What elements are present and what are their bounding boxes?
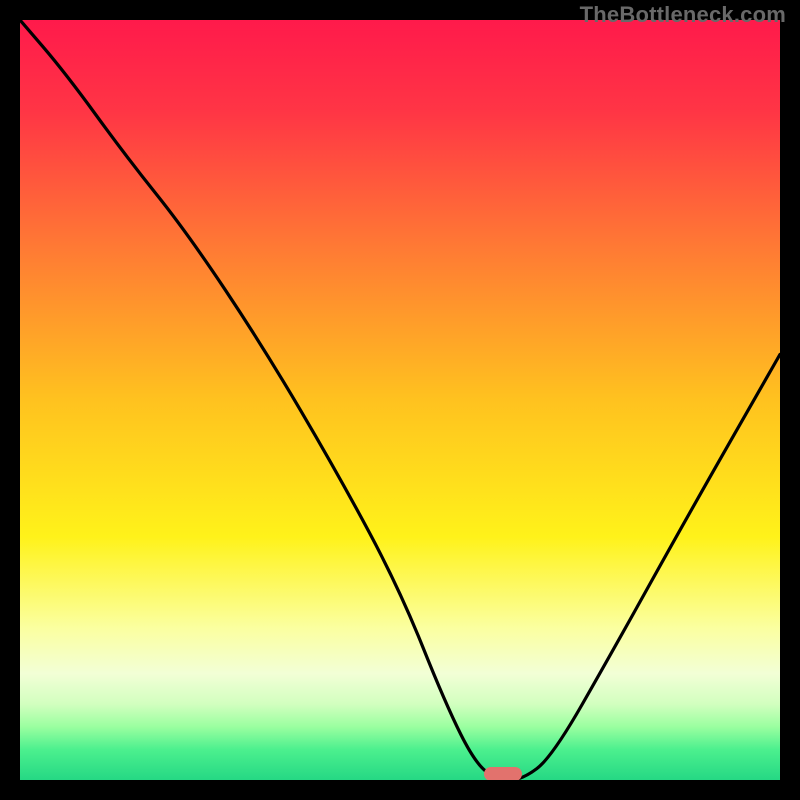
chart-frame: TheBottleneck.com bbox=[0, 0, 800, 800]
plot-area bbox=[20, 20, 780, 780]
optimal-marker bbox=[484, 767, 522, 780]
watermark-text: TheBottleneck.com bbox=[580, 2, 786, 28]
bottleneck-curve bbox=[20, 20, 780, 780]
